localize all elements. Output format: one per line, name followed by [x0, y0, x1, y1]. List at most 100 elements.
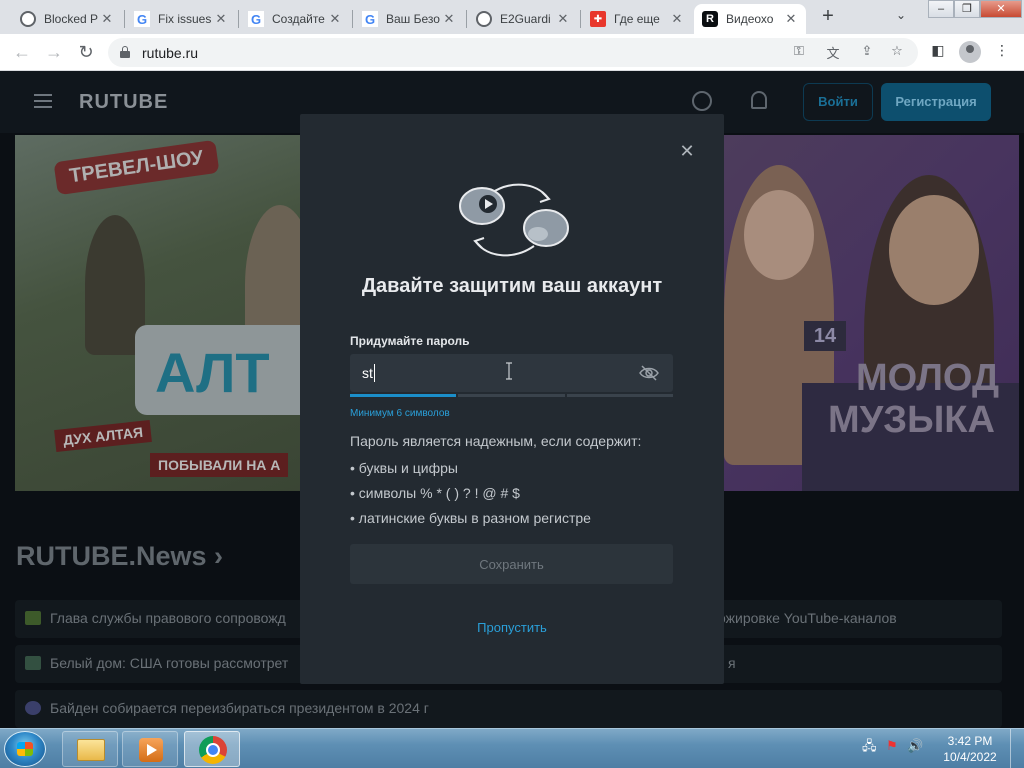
close-tab-icon[interactable]: ✕ — [100, 11, 114, 27]
translate-icon[interactable]: 文 — [824, 43, 842, 62]
close-tab-icon[interactable]: ✕ — [442, 11, 456, 27]
browser-toolbar: ← → ↻ rutube.ru ⚿ 文 ⇪ ☆ ◧ ⋮ — [0, 34, 1024, 71]
search-icon[interactable] — [692, 91, 712, 111]
clock-time[interactable]: 3:42 PM — [940, 734, 1000, 748]
close-tab-icon[interactable]: ✕ — [556, 11, 570, 27]
password-label: Придумайте пароль — [350, 334, 470, 348]
system-tray[interactable]: 🖧 ⚑ 🔊 — [862, 737, 924, 759]
reload-icon[interactable]: ↻ — [74, 40, 98, 64]
tab-create[interactable]: G Создайте ✕ — [240, 4, 350, 34]
tab-fix-issues[interactable]: G Fix issues ✕ — [126, 4, 236, 34]
save-button[interactable]: Сохранить — [350, 544, 673, 584]
share-icon[interactable]: ⇪ — [858, 43, 876, 59]
maximize-button[interactable]: ❐ — [954, 0, 980, 18]
browser-tab-strip: Blocked P ✕ G Fix issues ✕ G Создайте ✕ … — [0, 0, 1024, 34]
tab-where-else[interactable]: ✚ Где еще ✕ — [582, 4, 692, 34]
show-desktop-button[interactable] — [1010, 729, 1024, 768]
news-source-icon — [25, 701, 41, 715]
news-heading-link[interactable]: RUTUBE.News › — [16, 541, 223, 572]
clock-date[interactable]: 10/4/2022 — [940, 750, 1000, 764]
tab-separator — [352, 10, 353, 28]
login-button[interactable]: Войти — [803, 83, 873, 121]
taskbar-media-player[interactable] — [122, 731, 178, 767]
banner-title: АЛТ — [155, 341, 270, 404]
chrome-icon — [199, 736, 227, 764]
modal-title: Давайте защитим ваш аккаунт — [361, 275, 663, 297]
password-rule: • символы % * ( ) ? ! @ # $ — [350, 485, 520, 501]
tab-separator — [580, 10, 581, 28]
media-player-icon — [139, 738, 163, 762]
close-icon[interactable]: ✕ — [678, 142, 696, 160]
eye-hidden-icon[interactable] — [639, 365, 659, 381]
ibeam-cursor-icon — [506, 362, 512, 380]
url-text[interactable]: rutube.ru — [142, 45, 198, 61]
news-source-icon — [25, 656, 41, 670]
window-close-button[interactable]: ✕ — [980, 0, 1022, 18]
close-tab-icon[interactable]: ✕ — [328, 11, 342, 27]
action-center-flag-icon[interactable]: ⚑ — [886, 738, 898, 753]
banner-title-line-1: МОЛОД — [856, 357, 1000, 399]
file-explorer-icon — [77, 739, 105, 761]
bookmark-star-icon[interactable]: ☆ — [888, 43, 906, 59]
news-item[interactable]: Байден собирается переизбираться президе… — [15, 690, 1002, 728]
tab-search-chevron-icon[interactable]: ⌄ — [896, 8, 906, 22]
rutube-icon: R — [702, 11, 718, 27]
tab-rutube-active[interactable]: R Видеохо ✕ — [694, 4, 806, 34]
password-strength-meter — [350, 394, 673, 397]
taskbar-file-explorer[interactable] — [62, 731, 118, 767]
minimize-button[interactable]: – — [928, 0, 954, 18]
register-button[interactable]: Регистрация — [881, 83, 991, 121]
close-tab-icon[interactable]: ✕ — [784, 11, 798, 27]
banner-title-line-2: МУЗЫКА — [828, 399, 995, 441]
tab-separator — [238, 10, 239, 28]
windows-taskbar: 🖧 ⚑ 🔊 3:42 PM 10/4/2022 — [0, 728, 1024, 768]
strength-segment — [566, 394, 673, 397]
banner-travel-show[interactable]: ТРЕВЕЛ-ШОУ АЛТ ДУХ АЛТАЯ ПОБЫВАЛИ НА А — [15, 135, 300, 491]
min-length-hint: Минимум 6 символов — [350, 408, 450, 419]
network-icon[interactable]: 🖧 — [862, 738, 877, 753]
new-tab-button[interactable]: + — [816, 5, 840, 29]
tab-separator — [124, 10, 125, 28]
password-rules-title: Пароль является надежным, если содержит: — [350, 433, 642, 449]
banner-person-face — [744, 190, 814, 280]
banner-subtitle-2: ПОБЫВАЛИ НА А — [150, 453, 289, 477]
google-icon: G — [248, 11, 264, 27]
lock-icon[interactable] — [120, 46, 130, 58]
tab-security[interactable]: G Ваш Безо ✕ — [354, 4, 464, 34]
close-tab-icon[interactable]: ✕ — [214, 11, 228, 27]
globe-icon — [476, 11, 492, 27]
password-input[interactable]: st — [350, 354, 673, 392]
password-value: st — [362, 365, 373, 381]
profile-avatar-icon[interactable] — [959, 41, 981, 63]
google-icon: G — [362, 11, 378, 27]
banner-music-show[interactable]: 14 МОЛОД МУЗЫКА — [724, 135, 1019, 491]
menu-kebab-icon[interactable]: ⋮ — [992, 42, 1012, 59]
tab-e2guardian[interactable]: E2Guardi ✕ — [468, 4, 578, 34]
strength-segment — [458, 394, 565, 397]
hamburger-menu-icon[interactable] — [34, 94, 52, 108]
close-tab-icon[interactable]: ✕ — [670, 11, 684, 27]
text-caret — [374, 364, 375, 382]
volume-icon[interactable]: 🔊 — [907, 738, 923, 753]
news-source-icon — [25, 611, 41, 625]
skip-link[interactable]: Пропустить — [300, 620, 724, 635]
tab-separator — [466, 10, 467, 28]
password-rule: • латинские буквы в разном регистре — [350, 510, 591, 526]
address-bar[interactable]: rutube.ru ⚿ 文 ⇪ ☆ — [108, 38, 918, 67]
forward-arrow-icon[interactable]: → — [42, 40, 66, 64]
banner-person-face — [889, 195, 979, 305]
start-button-icon[interactable] — [4, 731, 46, 767]
strength-segment — [350, 394, 457, 397]
taskbar-chrome[interactable] — [184, 731, 240, 767]
banner-subtitle: ДУХ АЛТАЯ — [54, 420, 152, 452]
tab-blocked[interactable]: Blocked P ✕ — [12, 4, 122, 34]
side-panel-icon[interactable]: ◧ — [928, 42, 948, 59]
red-flag-icon: ✚ — [590, 11, 606, 27]
banner-badge: ТРЕВЕЛ-ШОУ — [53, 139, 220, 196]
banner-episode-number: 14 — [804, 321, 846, 351]
site-logo[interactable]: RUTUBE — [79, 91, 168, 114]
back-arrow-icon[interactable]: ← — [10, 40, 34, 64]
security-illustration — [459, 183, 569, 257]
notifications-bell-icon[interactable] — [751, 91, 767, 109]
key-icon[interactable]: ⚿ — [790, 43, 808, 59]
